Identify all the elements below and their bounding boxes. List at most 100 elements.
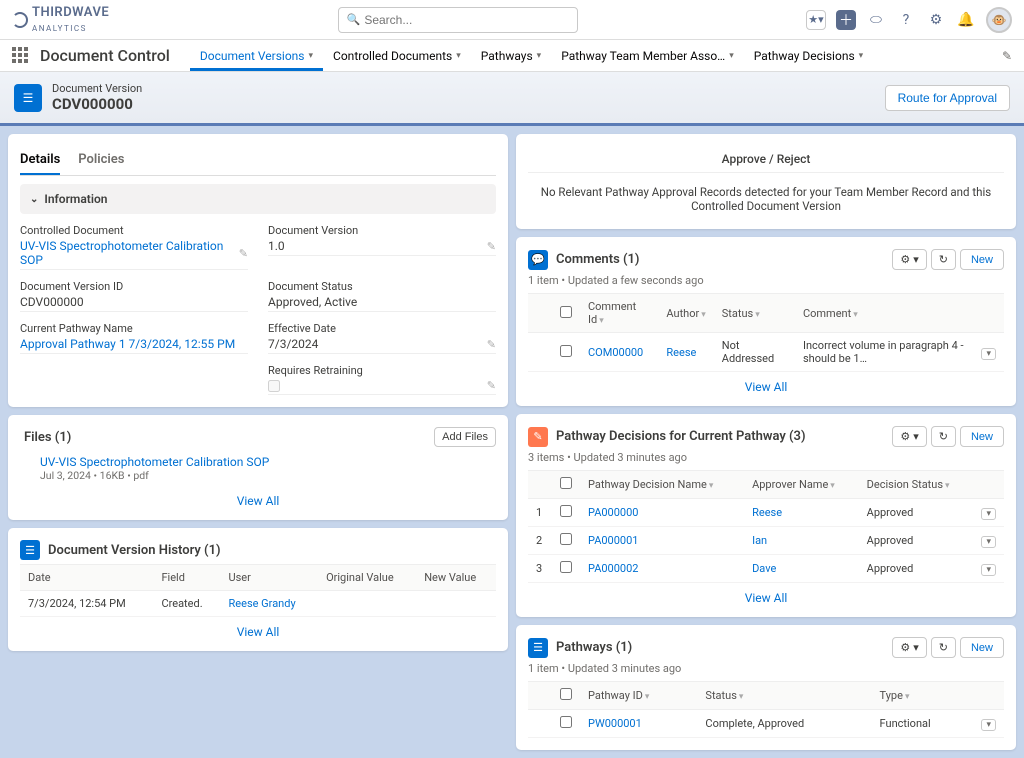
row-menu[interactable]: ▾ (981, 564, 996, 576)
tab-policies[interactable]: Policies (78, 146, 124, 175)
nav-tab-pathways[interactable]: Pathways▾ (471, 41, 551, 71)
decisions-new-button[interactable]: New (960, 426, 1004, 447)
edit-icon[interactable]: ✎ (239, 247, 248, 260)
file-meta: Jul 3, 2024 • 16KB • pdf (40, 469, 496, 482)
col-new[interactable]: New Value (416, 565, 496, 591)
row-menu[interactable]: ▾ (981, 348, 996, 360)
refresh-button[interactable]: ↻ (931, 249, 956, 270)
pathway-id-link[interactable]: PW000001 (588, 717, 642, 730)
refresh-button[interactable]: ↻ (931, 637, 956, 658)
col-user[interactable]: User (221, 565, 319, 591)
nav-tab-controlled-docs[interactable]: Controlled Documents▾ (323, 41, 471, 71)
approve-reject-msg: No Relevant Pathway Approval Records det… (528, 173, 1004, 217)
search-icon: 🔍 (347, 13, 361, 26)
col-pathway-type[interactable]: Type▾ (872, 682, 974, 710)
edit-icon[interactable]: ✎ (487, 240, 496, 253)
col-status[interactable]: Status▾ (714, 294, 795, 333)
col-approver[interactable]: Approver Name▾ (744, 471, 859, 499)
comment-id-link[interactable]: COM00000 (588, 346, 643, 359)
decision-link[interactable]: PA000001 (588, 534, 638, 547)
nav-tab-pathway-decisions[interactable]: Pathway Decisions▾ (744, 41, 873, 71)
trailhead-icon[interactable]: ⬭ (866, 10, 886, 30)
pathway-link[interactable]: Approval Pathway 1 7/3/2024, 12:55 PM (20, 337, 235, 351)
select-all-checkbox[interactable] (560, 306, 572, 318)
chevron-down-icon[interactable]: ▾ (309, 51, 314, 61)
retrain-checkbox[interactable] (268, 380, 280, 392)
history-view-all[interactable]: View All (237, 625, 280, 639)
app-title: Document Control (40, 46, 170, 65)
comments-title: Comments (1) (556, 252, 639, 267)
edit-icon[interactable]: ✎ (487, 338, 496, 351)
approver-link[interactable]: Ian (752, 534, 767, 547)
decision-link[interactable]: PA000000 (588, 506, 638, 519)
col-decision-name[interactable]: Pathway Decision Name▾ (580, 471, 744, 499)
row-menu[interactable]: ▾ (981, 719, 996, 731)
col-date[interactable]: Date (20, 565, 153, 591)
pathways-settings-button[interactable]: ⚙ ▾ (892, 637, 926, 658)
pathways-icon: ☰ (528, 638, 548, 658)
col-comment[interactable]: Comment▾ (795, 294, 974, 333)
route-for-approval-button[interactable]: Route for Approval (885, 85, 1010, 111)
decisions-icon: ✎ (528, 427, 548, 447)
decision-link[interactable]: PA000002 (588, 562, 638, 575)
brand-swirl-icon (12, 12, 28, 28)
search-input[interactable] (364, 13, 568, 27)
col-author[interactable]: Author▾ (658, 294, 713, 333)
favorites-icon[interactable]: ★▾ (806, 10, 826, 30)
notifications-icon[interactable]: 🔔 (956, 10, 976, 30)
controlled-doc-link[interactable]: UV-VIS Spectrophotometer Calibration SOP (20, 239, 239, 267)
approver-link[interactable]: Reese (752, 506, 782, 519)
edit-nav-icon[interactable]: ✎ (1002, 49, 1012, 63)
chevron-down-icon[interactable]: ▾ (859, 51, 864, 61)
comments-view-all[interactable]: View All (745, 380, 788, 394)
tab-details[interactable]: Details (20, 146, 60, 175)
field-label: Current Pathway Name (20, 322, 248, 335)
col-comment-id[interactable]: Comment Id▾ (580, 294, 658, 333)
files-view-all[interactable]: View All (237, 494, 280, 508)
decisions-settings-button[interactable]: ⚙ ▾ (892, 426, 926, 447)
row-menu[interactable]: ▾ (981, 508, 996, 520)
comments-meta: 1 item • Updated a few seconds ago (528, 274, 1004, 287)
user-link[interactable]: Reese Grandy (229, 597, 296, 610)
row-checkbox[interactable] (560, 505, 572, 517)
file-link[interactable]: UV-VIS Spectrophotometer Calibration SOP (40, 455, 496, 469)
select-all-checkbox[interactable] (560, 477, 572, 489)
row-checkbox[interactable] (560, 533, 572, 545)
pathways-new-button[interactable]: New (960, 637, 1004, 658)
comments-settings-button[interactable]: ⚙ ▾ (892, 249, 926, 270)
row-menu[interactable]: ▾ (981, 536, 996, 548)
chevron-down-icon[interactable]: ▾ (537, 51, 542, 61)
add-files-button[interactable]: Add Files (434, 427, 496, 447)
history-icon: ☰ (20, 540, 40, 560)
record-title: CDV000000 (52, 95, 142, 113)
help-icon[interactable]: ? (896, 10, 916, 30)
decisions-view-all[interactable]: View All (745, 591, 788, 605)
chevron-down-icon[interactable]: ▾ (456, 51, 461, 61)
col-pathway-id[interactable]: Pathway ID▾ (580, 682, 697, 710)
table-row: 7/3/2024, 12:54 PM Created. Reese Grandy (20, 591, 496, 617)
nav-tab-doc-versions[interactable]: Document Versions▾ (190, 41, 323, 71)
col-decision-status[interactable]: Decision Status▾ (859, 471, 974, 499)
add-icon[interactable]: ＋ (836, 10, 856, 30)
row-checkbox[interactable] (560, 561, 572, 573)
app-launcher-icon[interactable] (12, 47, 30, 65)
select-all-checkbox[interactable] (560, 688, 572, 700)
col-pathway-status[interactable]: Status▾ (697, 682, 871, 710)
global-search[interactable]: 🔍 (338, 7, 578, 33)
refresh-button[interactable]: ↻ (931, 426, 956, 447)
edit-icon[interactable]: ✎ (487, 379, 496, 392)
col-field[interactable]: Field (153, 565, 220, 591)
nav-tab-pathway-team[interactable]: Pathway Team Member Asso…▾ (551, 41, 744, 71)
field-label: Document Version ID (20, 280, 248, 293)
user-avatar[interactable]: 🐵 (986, 7, 1012, 33)
comments-new-button[interactable]: New (960, 249, 1004, 270)
row-checkbox[interactable] (560, 716, 572, 728)
section-information[interactable]: ⌄ Information (20, 184, 496, 214)
row-checkbox[interactable] (560, 345, 572, 357)
setup-gear-icon[interactable]: ⚙ (926, 10, 946, 30)
field-label: Requires Retraining (268, 364, 496, 377)
col-orig[interactable]: Original Value (318, 565, 416, 591)
approver-link[interactable]: Dave (752, 562, 776, 575)
chevron-down-icon[interactable]: ▾ (729, 51, 734, 61)
author-link[interactable]: Reese (666, 346, 696, 359)
